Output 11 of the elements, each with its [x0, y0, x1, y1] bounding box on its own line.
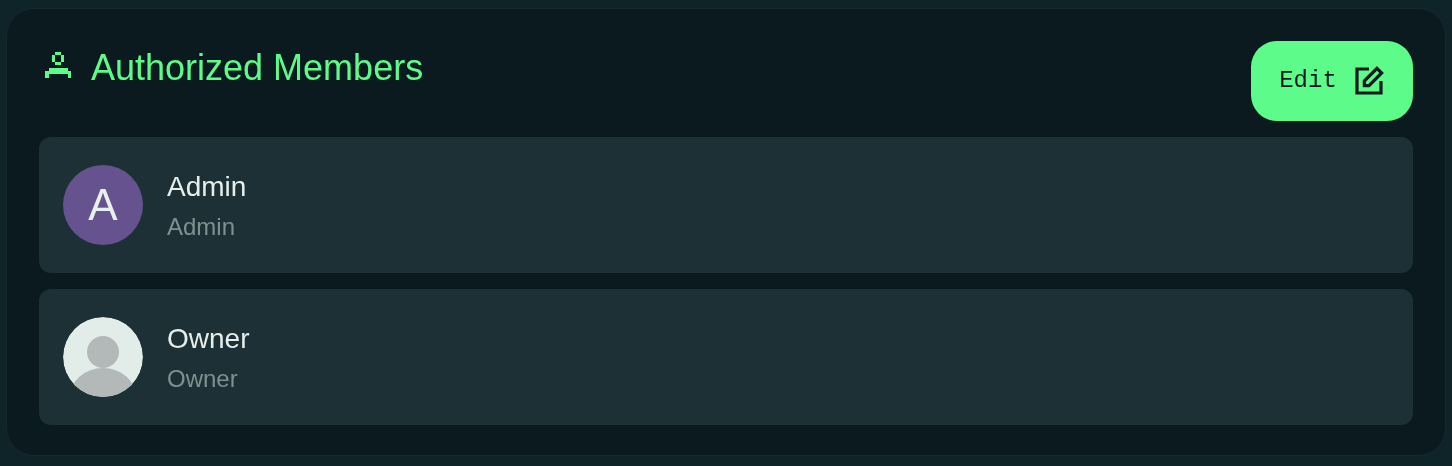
member-role: Admin	[167, 211, 237, 242]
edit-icon	[1352, 65, 1385, 97]
member-row[interactable]: Owner Owner	[39, 289, 1413, 425]
member-role: Owner	[167, 363, 239, 394]
avatar: A	[63, 165, 143, 245]
member-name: Owner	[167, 321, 250, 356]
section-title: Authorized Members	[91, 50, 424, 86]
member-name: Admin	[167, 169, 247, 204]
edit-button[interactable]: Edit	[1251, 41, 1413, 121]
member-row[interactable]: A Admin Admin	[39, 137, 1413, 273]
avatar-icon	[63, 317, 143, 397]
